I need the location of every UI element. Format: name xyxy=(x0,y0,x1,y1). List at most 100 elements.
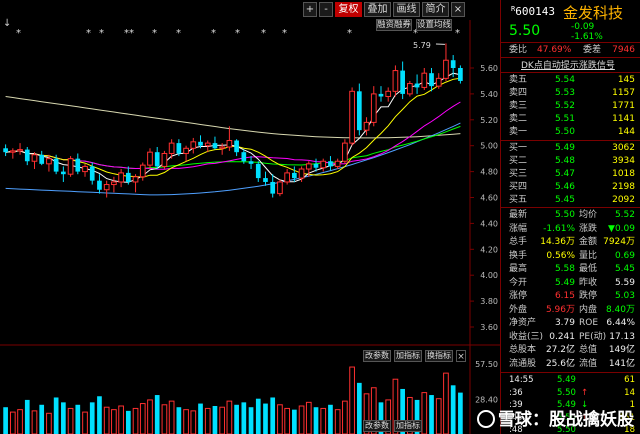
volume-bar-up xyxy=(111,409,117,434)
candle-body-up xyxy=(132,176,139,183)
profile-button[interactable]: 简介 xyxy=(422,2,449,17)
add-indicator-button[interactable]: 加指标 xyxy=(394,350,422,362)
candle-body-up xyxy=(46,158,52,165)
volume-bar-up xyxy=(139,403,146,434)
volume-bar-up xyxy=(334,409,341,434)
candle-body-up xyxy=(435,77,442,87)
bid-row[interactable]: 买五 5.45 2092 xyxy=(501,194,640,207)
bid-row[interactable]: 买一 5.49 3062 xyxy=(501,142,640,155)
candle-body-down xyxy=(450,60,456,68)
volume-bar-down xyxy=(263,403,268,434)
candle-body-up xyxy=(443,59,449,79)
volume-bar-up xyxy=(320,407,327,434)
ask-row[interactable]: 卖三 5.52 1771 xyxy=(501,100,640,113)
volume-bar-down xyxy=(3,407,8,434)
zoom-out-button[interactable]: - xyxy=(319,2,333,17)
volume-bar-up xyxy=(46,412,52,434)
ask-row[interactable]: 卖四 5.53 1157 xyxy=(501,87,640,100)
candle-body-down xyxy=(378,93,384,97)
ma-settings-button[interactable]: 设置均线 xyxy=(416,19,452,31)
stat-row: 最新 5.50 均价 5.52 xyxy=(509,210,635,220)
candle-body-down xyxy=(97,180,102,190)
candle-body-up xyxy=(147,151,153,166)
volume-bar-down xyxy=(125,410,131,434)
candle-body-up xyxy=(298,168,305,179)
event-star-icon: * xyxy=(129,28,134,39)
volume-bar-down xyxy=(450,385,456,434)
candle-body-up xyxy=(139,164,146,178)
close-icon[interactable]: × xyxy=(451,2,465,17)
edit-params-button-2[interactable]: 改参数 xyxy=(363,420,391,432)
candle-body-up xyxy=(421,72,428,88)
volume-bar-down xyxy=(212,406,218,434)
candle-body-up xyxy=(111,181,117,186)
candle-body-up xyxy=(168,142,175,154)
event-star-icon: * xyxy=(261,28,266,39)
candle-body-down xyxy=(176,143,182,154)
y-tick-label: 4.80 xyxy=(480,168,498,177)
stat-row: 涨停 6.15 跌停 5.03 xyxy=(509,291,635,301)
tick-row: :36 5.50 ↑ 14 xyxy=(509,387,635,398)
y-tick-label: 5.60 xyxy=(480,64,498,73)
ask-row[interactable]: 卖一 5.50 144 xyxy=(501,126,640,139)
fuquan-button[interactable]: 复权 xyxy=(335,2,362,17)
candle-body-down xyxy=(3,148,8,153)
candle-body-up xyxy=(342,142,348,162)
volume-bar-down xyxy=(313,407,319,434)
stock-code: R600143 xyxy=(511,5,555,18)
ask-row[interactable]: 卖二 5.51 1141 xyxy=(501,113,640,126)
candle-body-down xyxy=(400,70,405,94)
volume-bar-up xyxy=(183,409,189,434)
y-tick-label: 5.40 xyxy=(480,90,498,99)
candle-body-down xyxy=(270,181,276,194)
volume-bar-down xyxy=(248,407,254,434)
candle-body-up xyxy=(305,163,312,170)
volume-bar-up xyxy=(277,404,283,434)
candle-body-down xyxy=(39,154,45,164)
candle-body-up xyxy=(161,152,168,167)
overlay-button[interactable]: 叠加 xyxy=(364,2,391,17)
y-tick-label: 4.20 xyxy=(480,245,498,254)
candle-body-up xyxy=(118,172,124,183)
volume-bar-up xyxy=(67,407,74,434)
volume-bar-up xyxy=(9,411,16,434)
y-tick-label: 4.00 xyxy=(480,271,498,280)
arrow-down-icon[interactable]: ↓ xyxy=(3,18,11,29)
candle-body-down xyxy=(313,163,319,168)
event-star-icon: * xyxy=(211,28,216,39)
switch-indicator-button[interactable]: 换指标 xyxy=(425,350,453,362)
volume-bar-down xyxy=(241,402,247,434)
event-star-icon: * xyxy=(152,28,157,39)
candle-body-up xyxy=(183,147,189,154)
candle-body-up xyxy=(17,149,23,152)
bid-row[interactable]: 买四 5.46 2198 xyxy=(501,181,640,194)
event-star-icon: * xyxy=(282,28,287,39)
kline-chart[interactable]: 5.60 5.40 5.20 5.00 4.80 4.60 4.40 4.20 4.00 3.80… xyxy=(0,0,500,434)
signal-link[interactable]: DK点自动提示涨跌信号 xyxy=(521,58,615,71)
margin-trading-button[interactable]: 融资融券 xyxy=(376,19,412,31)
volume-bar-down xyxy=(292,409,297,434)
price-change: -0.09 xyxy=(571,22,595,32)
close-indicator-icon[interactable]: × xyxy=(456,350,466,362)
y-tick-label: 3.60 xyxy=(480,323,498,332)
volume-bar-up xyxy=(82,411,88,434)
volume-bar-up xyxy=(168,400,175,434)
high-price-label: 5.79 xyxy=(413,41,431,50)
stock-name: 金发科技 xyxy=(563,4,624,22)
bid-row[interactable]: 买三 5.47 1018 xyxy=(501,168,640,181)
add-indicator-button-2[interactable]: 加指标 xyxy=(394,420,422,432)
bid-row[interactable]: 买二 5.48 3934 xyxy=(501,155,640,168)
volume-bar-down xyxy=(24,399,30,434)
candle-body-up xyxy=(363,121,370,131)
candle-body-down xyxy=(212,143,218,149)
edit-params-button[interactable]: 改参数 xyxy=(363,350,391,362)
volume-bar-down xyxy=(255,398,261,434)
candle-body-up xyxy=(103,184,110,191)
ask-row[interactable]: 卖五 5.54 145 xyxy=(501,74,640,87)
volume-bar-up xyxy=(103,406,110,434)
candle-body-down xyxy=(263,178,268,182)
event-star-icon: * xyxy=(86,28,91,39)
volume-bar-down xyxy=(97,396,102,434)
zoom-in-button[interactable]: + xyxy=(303,2,317,17)
draw-button[interactable]: 画线 xyxy=(393,2,420,17)
